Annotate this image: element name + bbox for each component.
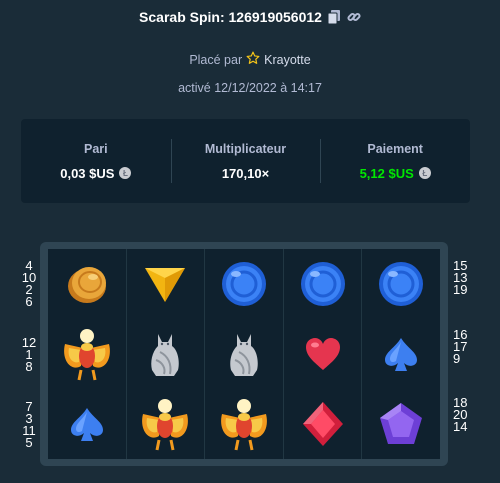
link-icon[interactable] <box>347 10 361 24</box>
payline-number: 14 <box>453 419 468 434</box>
cat-statue-icon <box>151 334 180 376</box>
reel-cell <box>284 389 362 459</box>
coin-icon <box>67 267 106 303</box>
reel-cell <box>284 249 362 319</box>
payline-group: 16 17 9 <box>453 328 467 366</box>
page-title: Scarab Spin: 126919056012 <box>139 9 322 25</box>
payline-number: 8 <box>25 359 33 374</box>
stat-multiplier-label: Multiplicateur <box>204 141 287 156</box>
blue-circle-gem-icon <box>300 262 345 306</box>
stat-payout-label: Paiement <box>367 141 423 156</box>
spade-icon <box>385 338 418 371</box>
payline-group: 18 20 14 <box>453 396 468 434</box>
reel-cell <box>48 389 126 459</box>
reel <box>282 249 362 459</box>
reel-cell <box>127 249 205 319</box>
blue-circle-gem-icon <box>379 262 424 306</box>
copy-icon[interactable] <box>327 10 341 24</box>
reels-grid <box>48 249 440 459</box>
reel <box>204 249 283 459</box>
reel-cell <box>48 319 126 389</box>
scarab-icon <box>221 399 267 451</box>
reel <box>361 249 440 459</box>
reels-frame <box>40 242 448 466</box>
username-link[interactable]: Krayotte <box>264 53 311 67</box>
star-icon <box>246 51 260 68</box>
stat-payout: Paiement 5,12 $US Ł <box>320 119 470 203</box>
payline-number: 9 <box>453 351 461 366</box>
heart-icon <box>305 338 340 370</box>
placed-by-row: Placé par Krayotte <box>0 51 500 68</box>
scarab-icon <box>63 329 110 381</box>
litecoin-icon: Ł <box>119 167 132 179</box>
stat-payout-value: 5,12 $US <box>359 165 414 181</box>
stat-multiplier-value: 170,10× <box>221 165 270 181</box>
reel-cell <box>362 319 440 389</box>
placed-by-label: Placé par <box>189 52 243 67</box>
reel-cell <box>127 389 205 459</box>
reel-cell <box>284 319 362 389</box>
reel <box>48 249 126 459</box>
payline-number: 5 <box>25 435 33 450</box>
reel-cell <box>205 319 283 389</box>
payline-group: 12 1 8 <box>20 336 38 374</box>
payline-group: 7 3 11 5 <box>20 400 38 450</box>
payline-group: 15 13 19 <box>453 259 468 297</box>
reel-cell <box>362 389 440 459</box>
bet-title-row: Scarab Spin: 126919056012 <box>0 9 500 25</box>
payline-number: 19 <box>453 282 468 297</box>
red-diamond-icon <box>302 402 343 446</box>
payline-group: 4 10 2 6 <box>20 259 38 309</box>
reel <box>125 249 205 459</box>
purple-pentagon-icon <box>380 403 423 444</box>
reel-cell <box>48 249 126 319</box>
reel-cell <box>205 249 283 319</box>
triangle-gem-icon <box>145 268 186 302</box>
cat-statue-icon <box>230 334 258 376</box>
stat-bet: Pari 0,03 $US Ł <box>21 119 171 203</box>
spade-icon <box>70 408 103 441</box>
reel-cell <box>205 389 283 459</box>
scarab-icon <box>142 399 189 451</box>
payline-number: 6 <box>25 294 33 309</box>
stat-multiplier: Multiplicateur 170,10× <box>170 119 321 203</box>
stat-bet-value: 0,03 $US <box>60 165 115 181</box>
blue-circle-gem-icon <box>221 262 266 306</box>
bet-stats-panel: Pari 0,03 $US Ł Multiplicateur 170,10× P… <box>21 119 470 203</box>
reel-cell <box>127 319 205 389</box>
stat-bet-label: Pari <box>84 141 108 156</box>
bet-date: activé 12/12/2022 à 14:17 <box>178 81 322 95</box>
litecoin-icon: Ł <box>418 167 431 179</box>
reel-cell <box>362 249 440 319</box>
